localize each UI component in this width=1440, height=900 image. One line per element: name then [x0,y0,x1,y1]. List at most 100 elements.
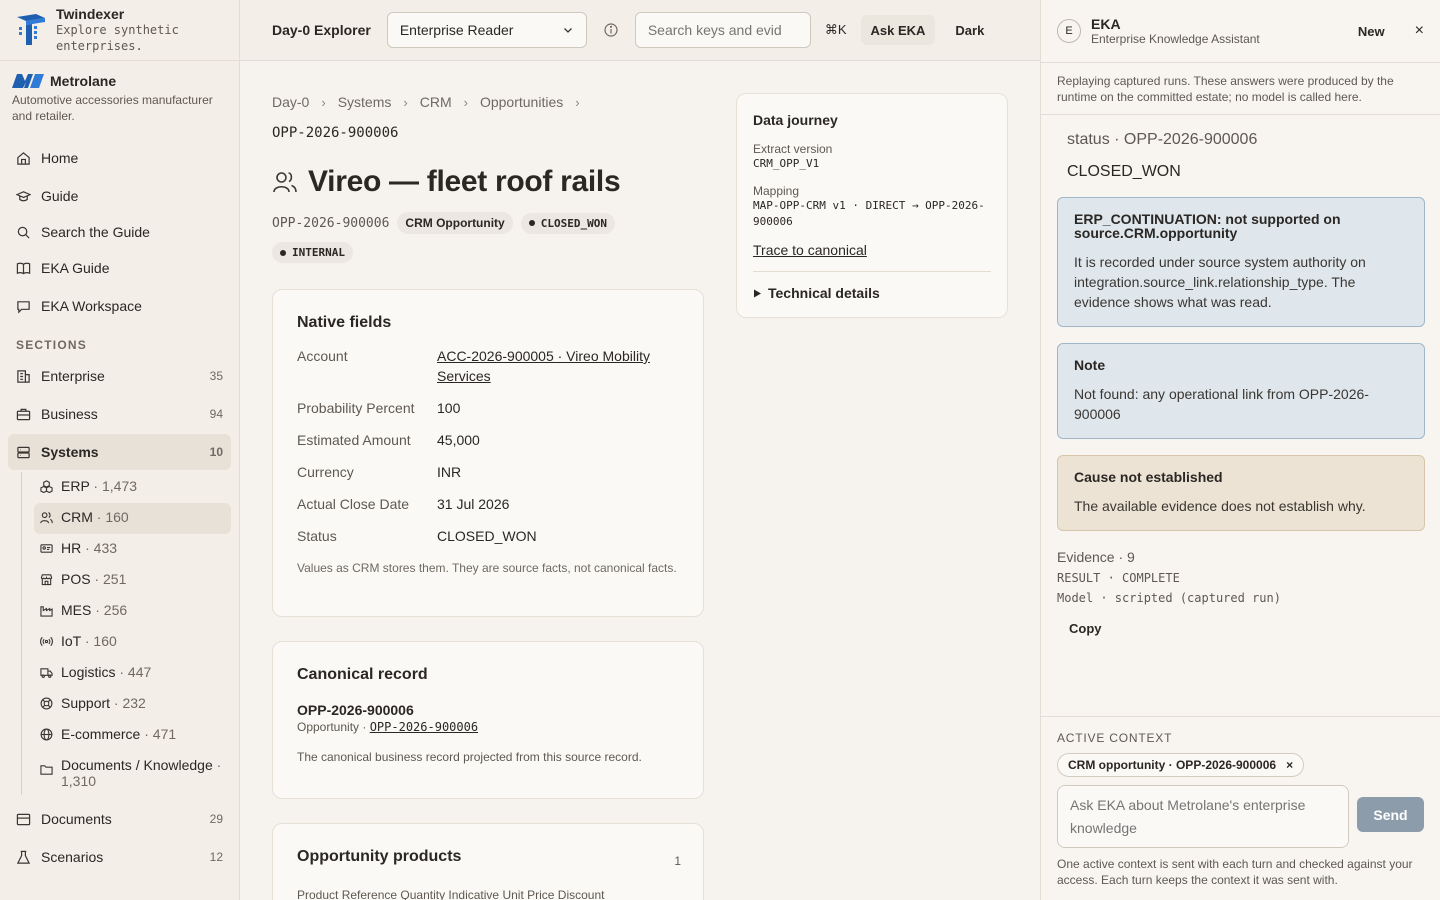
section-enterprise-count: 35 [209,369,223,383]
system-pos-count: · 251 [90,571,127,587]
section-enterprise[interactable]: Enterprise 35 [8,358,231,394]
field-row: Actual Close Date 31 Jul 2026 [297,494,679,514]
breadcrumb-day0[interactable]: Day-0 [272,94,309,110]
documents-icon [16,813,31,825]
system-hr[interactable]: HR · 433 [34,534,231,565]
system-crm-count: · 160 [92,509,129,525]
mapping-value: MAP-OPP-CRM v1 · DIRECT → OPP-2026-90000… [753,199,985,228]
breadcrumb-systems[interactable]: Systems [338,94,392,110]
nav-home-label: Home [41,150,79,166]
note-text: Not found: any operational link from OPP… [1074,386,1369,422]
section-systems[interactable]: Systems 10 [8,434,231,470]
canonical-id: OPP-2026-900006 [297,702,414,718]
breadcrumb-opportunities[interactable]: Opportunities [480,94,563,110]
chevron-right-icon: › [403,94,408,110]
result-status: RESULT · COMPLETE [1057,571,1180,585]
remove-context-icon[interactable]: × [1286,758,1293,772]
record-title: Vireo — fleet roof rails [308,165,621,198]
opportunity-products-card: Opportunity products 1 Product Reference… [272,823,704,900]
system-hr-count: · 433 [81,540,118,556]
section-business[interactable]: Business 94 [8,396,231,432]
nav-eka-workspace[interactable]: EKA Workspace [8,288,231,324]
field-label: Probability Percent [297,400,415,416]
nav-eka-workspace-label: EKA Workspace [41,298,142,314]
search-icon [17,226,30,239]
lifebuoy-icon [40,697,53,710]
nav-search-guide-label: Search the Guide [41,224,150,240]
system-logistics[interactable]: Logistics · 447 [34,658,231,689]
section-documents[interactable]: Documents 29 [8,801,231,837]
info-icon[interactable] [603,22,619,38]
search-input[interactable] [634,12,811,48]
persona-select[interactable]: Enterprise Reader [386,12,587,48]
breadcrumb-crm[interactable]: CRM [420,94,452,110]
system-ecommerce[interactable]: E-commerce · 471 [34,720,231,751]
system-pos[interactable]: POS · 251 [34,565,231,596]
system-mes[interactable]: MES · 256 [34,596,231,627]
folder-icon [40,765,53,775]
section-scenarios[interactable]: Scenarios 12 [8,839,231,875]
nav-eka-guide-label: EKA Guide [41,260,110,276]
page-title: Vireo — fleet roof rails [272,165,621,199]
section-business-label: Business [41,406,98,422]
copy-button[interactable]: Copy [1069,621,1425,636]
system-erp[interactable]: ERP · 1,473 [34,472,231,503]
erp-continuation-text: It is recorded under source system autho… [1074,254,1366,310]
mapping-label: Mapping [753,184,800,198]
new-chat-button[interactable]: New [1358,24,1385,39]
canonical-link[interactable]: OPP-2026-900006 [370,720,478,734]
technical-details-toggle[interactable]: Technical details [753,285,991,301]
field-value: CLOSED_WON [437,528,537,544]
eka-name: EKA [1091,16,1121,32]
evidence-count[interactable]: Evidence · 9 [1057,549,1425,565]
canonical-kind-label: Opportunity · [297,720,370,734]
nav-guide-label: Guide [41,188,79,204]
field-row: Probability Percent 100 [297,398,679,418]
theme-toggle-button[interactable]: Dark [945,15,994,45]
system-crm[interactable]: CRM · 160 [34,503,231,534]
opportunity-products-heading: Opportunity products [297,848,462,865]
ask-eka-input[interactable] [1057,785,1349,848]
nav-guide[interactable]: Guide [8,178,231,214]
org-description: Automotive accessories manufacturer and … [12,93,213,123]
field-row: Status CLOSED_WON [297,526,679,546]
context-chip[interactable]: CRM opportunity · OPP-2026-900006 × [1057,753,1305,777]
triangle-right-icon [754,289,761,297]
boxes-icon [40,480,53,493]
eka-subtitle: Enterprise Knowledge Assistant [1091,32,1260,46]
field-row: Estimated Amount 45,000 [297,430,679,450]
erp-continuation-title: ERP_CONTINUATION: not supported on sourc… [1074,211,1341,241]
system-erp-label: ERP [61,478,90,494]
system-iot[interactable]: IoT · 160 [34,627,231,658]
native-fields-heading: Native fields [297,314,392,331]
trace-to-canonical-link[interactable]: Trace to canonical [753,242,991,258]
system-erp-count: · 1,473 [89,478,138,494]
account-link[interactable]: ACC-2026-900005 · Vireo Mobility Service… [437,346,679,386]
type-badge: CRM Opportunity [397,212,513,234]
close-icon[interactable]: × [1415,22,1424,40]
system-support[interactable]: Support · 232 [34,689,231,720]
field-value: 100 [437,400,461,416]
nav-home[interactable]: Home [8,140,231,176]
field-label: Actual Close Date [297,496,410,512]
data-journey-card: Data journey Extract version CRM_OPP_V1 … [736,93,1008,318]
system-documents-knowledge[interactable]: Documents / Knowledge · 1,310 [34,751,231,795]
cause-title: Cause not established [1074,469,1223,485]
extract-version-value: CRM_OPP_V1 [753,157,820,170]
field-value: INR [437,464,462,480]
model-info: Model · scripted (captured run) [1057,591,1281,605]
ask-eka-button[interactable]: Ask EKA [860,15,936,45]
native-fields-card: Native fields Account ACC-2026-900005 · V… [272,289,704,617]
nav-eka-guide[interactable]: EKA Guide [8,250,231,286]
field-label: Account [297,348,348,364]
users-icon [40,512,53,524]
field-value: 31 Jul 2026 [437,496,510,512]
system-crm-label: CRM [61,509,93,525]
nav-search-guide[interactable]: Search the Guide [8,216,231,248]
field-row: Currency INR [297,462,679,482]
brand-header[interactable]: Twindexer Explore synthetic enterprises. [0,0,239,61]
building-icon [17,369,30,383]
section-scenarios-label: Scenarios [41,849,104,865]
app-title: Day-0 Explorer [272,22,371,38]
send-button[interactable]: Send [1357,797,1424,832]
